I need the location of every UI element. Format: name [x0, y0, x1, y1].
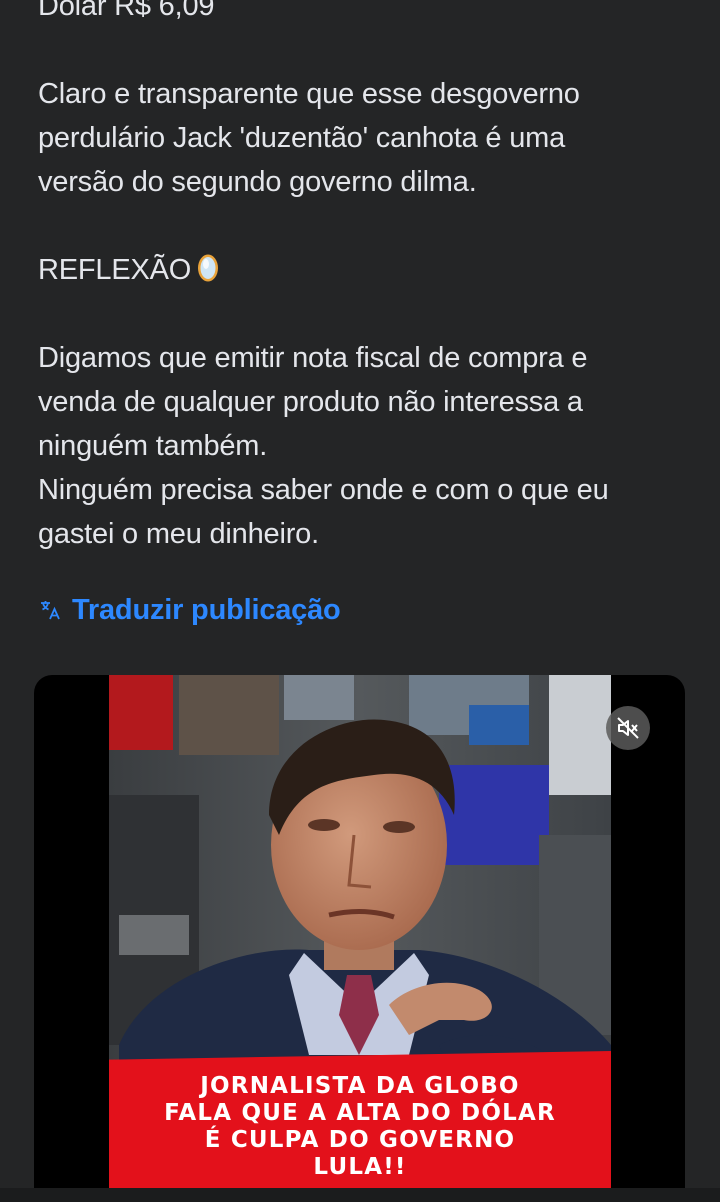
- post-paragraph-line: ninguém também.: [38, 430, 268, 462]
- video-player[interactable]: JORNALISTA DA GLOBO FALA QUE A ALTA DO D…: [34, 675, 685, 1195]
- post-paragraph-line: perdulário Jack 'duzentão' canhota é uma: [38, 122, 566, 154]
- post-text: Dólar R$ 6,09 Claro e transparente que e…: [38, 0, 688, 556]
- post-paragraph-line: versão do segundo governo dilma.: [38, 166, 477, 198]
- caption-line: É CULPA DO GOVERNO: [204, 1127, 516, 1153]
- reflection-line: REFLEXÃO: [38, 248, 688, 292]
- dollar-line: Dólar R$ 6,09: [38, 0, 215, 22]
- reflection-label: REFLEXÃO: [38, 254, 192, 286]
- post-paragraph-line: Digamos que emitir nota fiscal de compra…: [38, 342, 588, 374]
- post-paragraph-line: Ninguém precisa saber onde e com o que e…: [38, 474, 609, 506]
- muted-speaker-icon: [617, 717, 639, 739]
- translate-icon: [41, 601, 60, 620]
- caption-line: JORNALISTA DA GLOBO: [200, 1073, 520, 1099]
- caption-line: FALA QUE A ALTA DO DÓLAR: [164, 1100, 556, 1126]
- translate-label: Traduzir publicação: [72, 593, 341, 626]
- bottom-divider: [0, 1188, 720, 1202]
- post-paragraph-line: gastei o meu dinheiro.: [38, 518, 319, 550]
- video-caption-banner: JORNALISTA DA GLOBO FALA QUE A ALTA DO D…: [109, 1051, 611, 1195]
- caption-line: LULA!!: [313, 1154, 407, 1180]
- mirror-icon: [198, 254, 219, 282]
- translate-post-link[interactable]: Traduzir publicação: [38, 588, 341, 632]
- post-paragraph-line: venda de qualquer produto não interessa …: [38, 386, 583, 418]
- post-paragraph-line: Claro e transparente que esse desgoverno: [38, 78, 580, 110]
- video-frame[interactable]: JORNALISTA DA GLOBO FALA QUE A ALTA DO D…: [109, 675, 611, 1195]
- unmute-button[interactable]: [606, 706, 650, 750]
